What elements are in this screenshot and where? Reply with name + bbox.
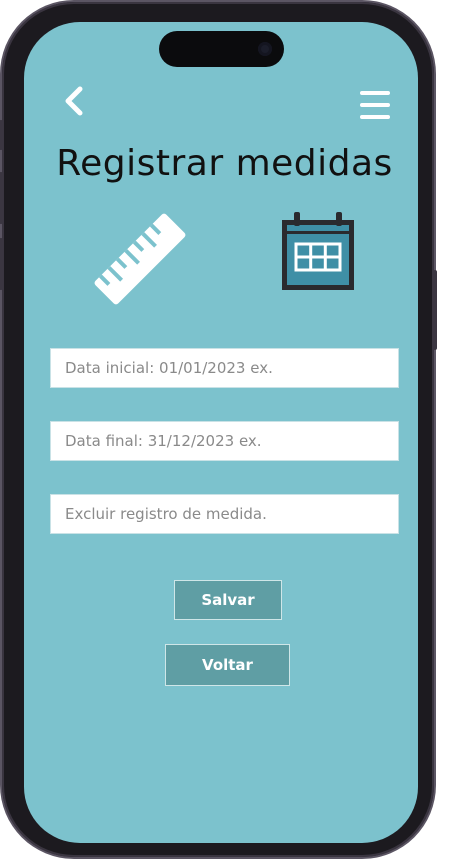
ruler-icon [94,213,186,305]
phone-action-button [0,120,3,150]
chevron-left-icon [65,86,83,116]
phone-power-button [433,270,437,350]
phone-volume-up-button [0,172,3,224]
hamburger-menu-icon [360,91,390,119]
dynamic-island [159,31,284,67]
page-title: Registrar medidas [56,143,393,184]
phone-volume-down-button [0,238,3,290]
app-screen: Registrar medidas Data inicial: 01/01/20… [24,22,418,843]
back-button[interactable] [60,84,88,118]
menu-button[interactable] [358,88,392,122]
delete-record-input[interactable] [50,494,399,534]
phone-frame: Registrar medidas Data inicial: 01/01/20… [0,2,437,857]
back-action-button[interactable]: Voltar [165,644,290,686]
front-camera [258,42,272,56]
save-button[interactable]: Salvar [174,580,282,620]
calendar-icon [282,212,354,290]
end-date-input[interactable] [50,421,399,461]
start-date-input[interactable] [50,348,399,388]
